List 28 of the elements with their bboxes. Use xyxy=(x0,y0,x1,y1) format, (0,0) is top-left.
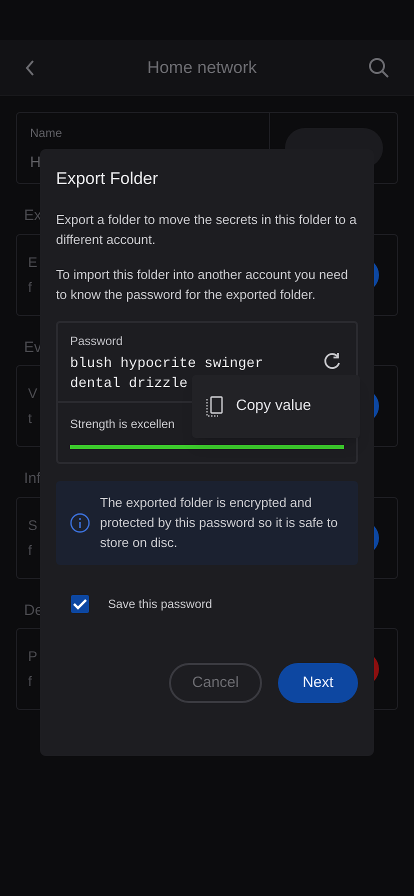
next-button[interactable]: Next xyxy=(278,663,358,703)
strength-text: Strength is excellen xyxy=(70,416,175,433)
card-text: S xyxy=(28,516,38,534)
card-text: V xyxy=(28,384,38,403)
field-value: H xyxy=(30,153,42,173)
back-icon[interactable] xyxy=(24,58,36,76)
card-text: f xyxy=(28,672,32,691)
field-label: Password xyxy=(70,333,124,350)
dialog-paragraph: To import this folder into another account you need to know the password for the exported folder. xyxy=(56,266,349,304)
checkbox-label: Save this password xyxy=(108,596,212,613)
section-label: Inf xyxy=(24,469,41,489)
info-icon xyxy=(70,513,90,533)
page-title: Home network xyxy=(147,56,257,79)
dialog-title: Export Folder xyxy=(56,168,160,188)
info-text: The exported folder is encrypted and protected by this password so it is safe to store on disc. xyxy=(100,494,339,552)
copy-icon xyxy=(206,396,224,418)
checkbox[interactable] xyxy=(71,595,89,613)
card-text: E xyxy=(28,252,38,272)
section-label: Ex xyxy=(24,206,42,226)
card-text: f xyxy=(28,278,32,296)
card-text: P xyxy=(28,647,38,666)
refresh-icon[interactable] xyxy=(322,351,342,371)
password-field[interactable]: Password blush hypocrite swinger dental drizzle Strength is excellen Copy value xyxy=(56,321,358,464)
card-text: t xyxy=(28,409,32,428)
search-icon[interactable] xyxy=(368,56,390,78)
field-label: Name xyxy=(30,125,64,142)
dialog-paragraph: Export a folder to move the secrets in this folder to a different account. xyxy=(56,211,358,249)
card-text: f xyxy=(28,540,32,560)
